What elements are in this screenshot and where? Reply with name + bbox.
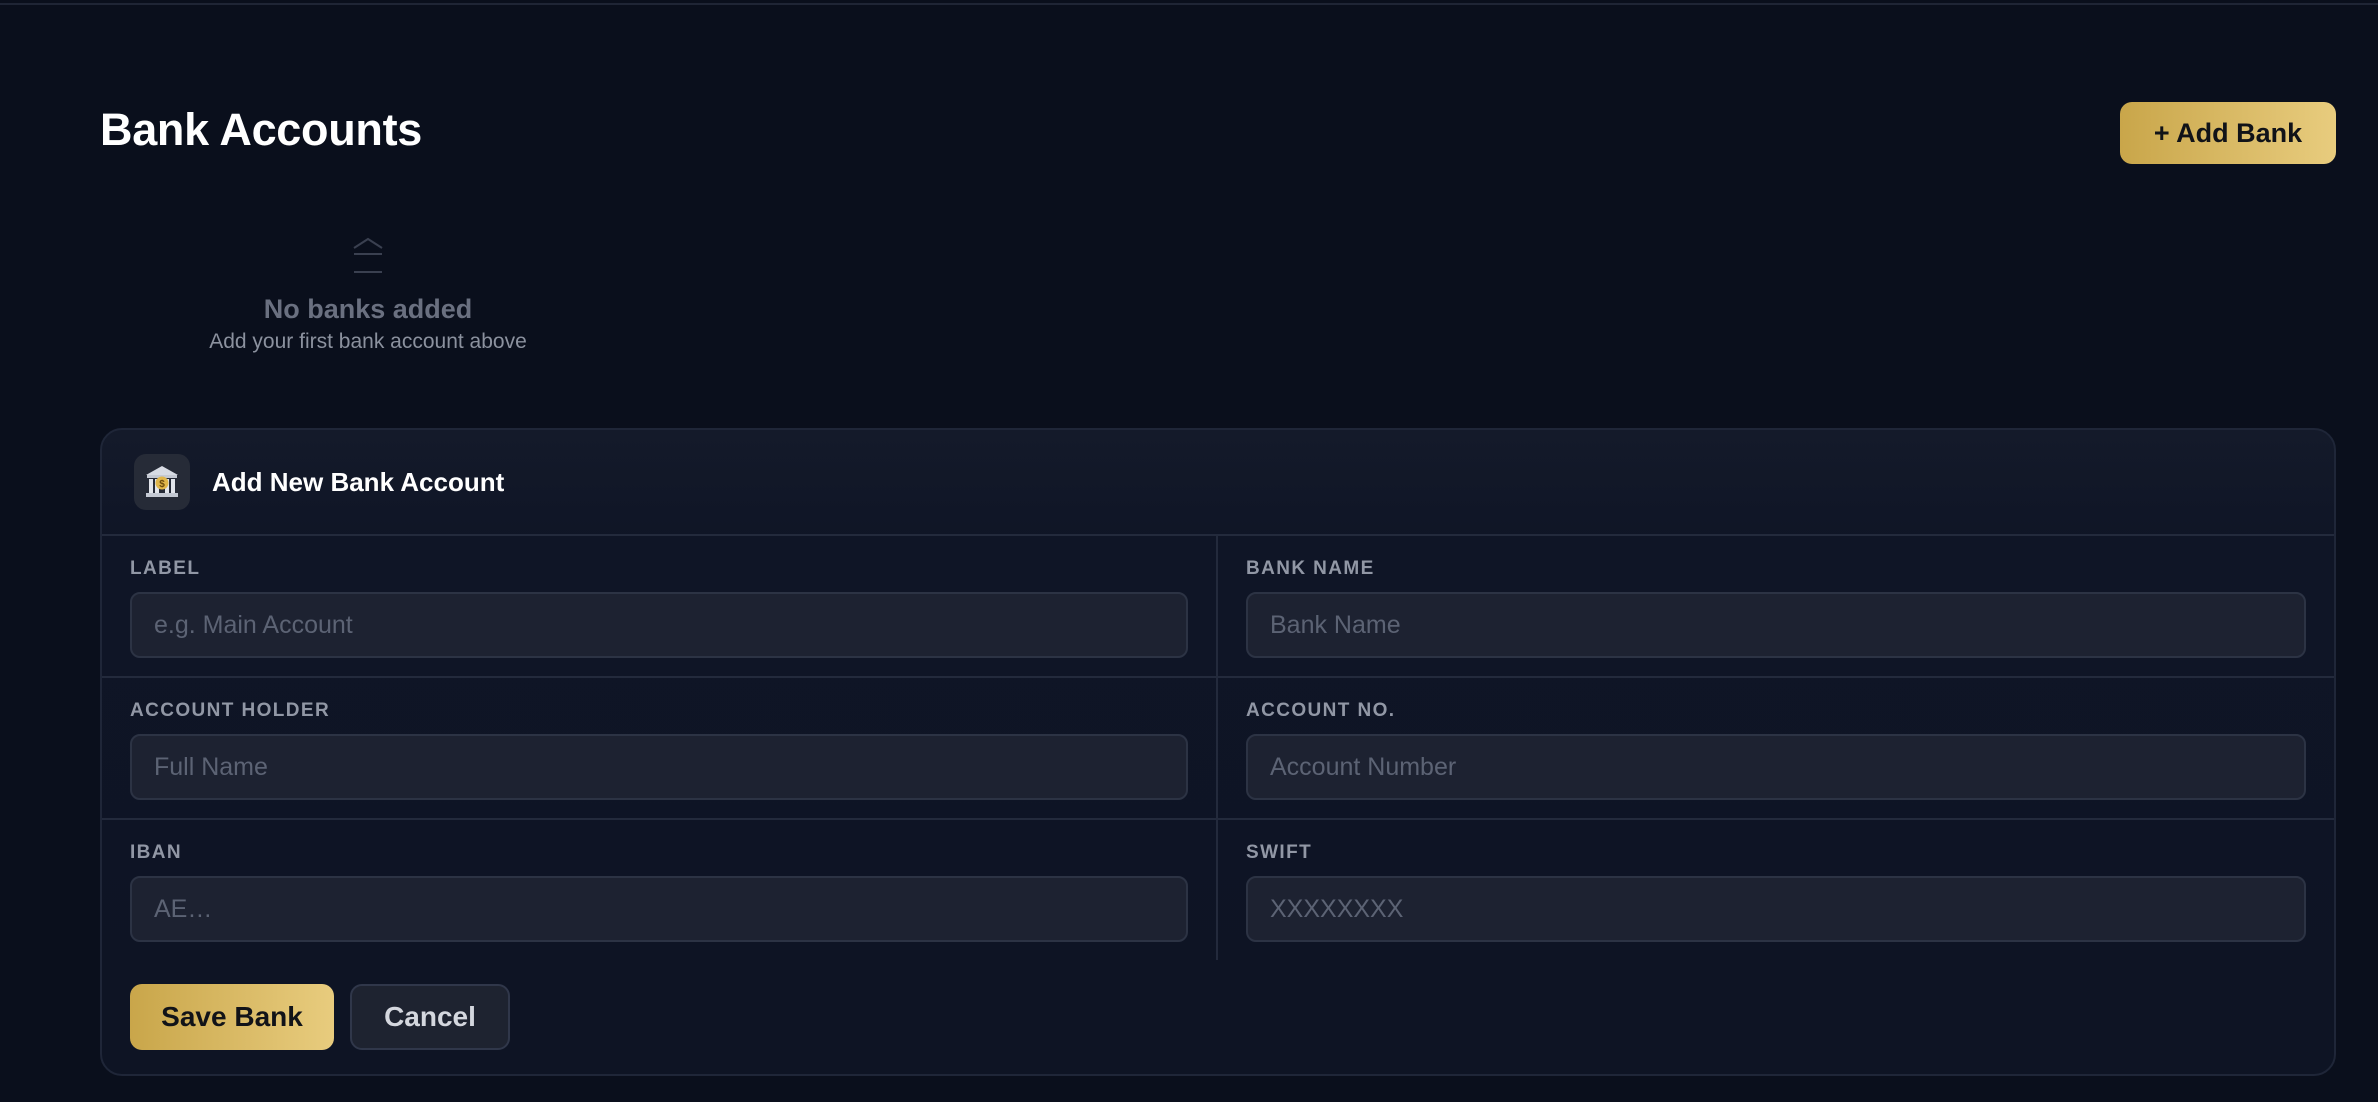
iban-input[interactable] (130, 876, 1188, 942)
account-holder-input[interactable] (130, 734, 1188, 800)
cancel-button[interactable]: Cancel (350, 984, 510, 1050)
empty-state-title: No banks added (263, 294, 473, 324)
add-bank-button[interactable]: + Add Bank (2120, 102, 2336, 164)
add-bank-form-card: $ Add New Bank Account LABEL BANK NAME A… (100, 428, 2336, 1076)
iban-field-label: IBAN (130, 842, 183, 863)
form-row: ACCOUNT HOLDER ACCOUNT NO. (102, 678, 2334, 820)
form-row: LABEL BANK NAME (102, 536, 2334, 678)
iban-field-group: IBAN (102, 820, 1218, 960)
form-title: Add New Bank Account (212, 466, 505, 497)
empty-state-subtitle: Add your first bank account above (209, 330, 527, 353)
top-divider (0, 0, 2378, 5)
empty-state: No banks added Add your first bank accou… (168, 232, 568, 356)
swift-input[interactable] (1246, 876, 2306, 942)
label-field-label: LABEL (130, 558, 201, 579)
bank-outline-icon (353, 237, 383, 273)
bank-name-input[interactable] (1246, 592, 2306, 658)
account-number-input[interactable] (1246, 734, 2306, 800)
page-title: Bank Accounts (100, 104, 422, 155)
form-header: $ Add New Bank Account (102, 430, 2334, 536)
account-no-field-group: ACCOUNT NO. (1218, 678, 2334, 818)
swift-field-group: SWIFT (1218, 820, 2334, 960)
svg-text:$: $ (159, 479, 165, 490)
account-no-field-label: ACCOUNT NO. (1246, 700, 1396, 721)
account-holder-field-group: ACCOUNT HOLDER (102, 678, 1218, 818)
save-bank-button[interactable]: Save Bank (130, 984, 334, 1050)
label-input[interactable] (130, 592, 1188, 658)
form-row: IBAN SWIFT (102, 820, 2334, 960)
swift-field-label: SWIFT (1246, 842, 1313, 863)
form-actions: Save Bank Cancel (130, 984, 510, 1050)
bank-name-field-group: BANK NAME (1218, 536, 2334, 676)
account-holder-field-label: ACCOUNT HOLDER (130, 700, 331, 721)
label-field-group: LABEL (102, 536, 1218, 676)
bank-icon: $ (134, 454, 190, 510)
bank-name-field-label: BANK NAME (1246, 558, 1375, 579)
form-fields-grid: LABEL BANK NAME ACCOUNT HOLDER ACCOUNT N… (102, 536, 2334, 960)
